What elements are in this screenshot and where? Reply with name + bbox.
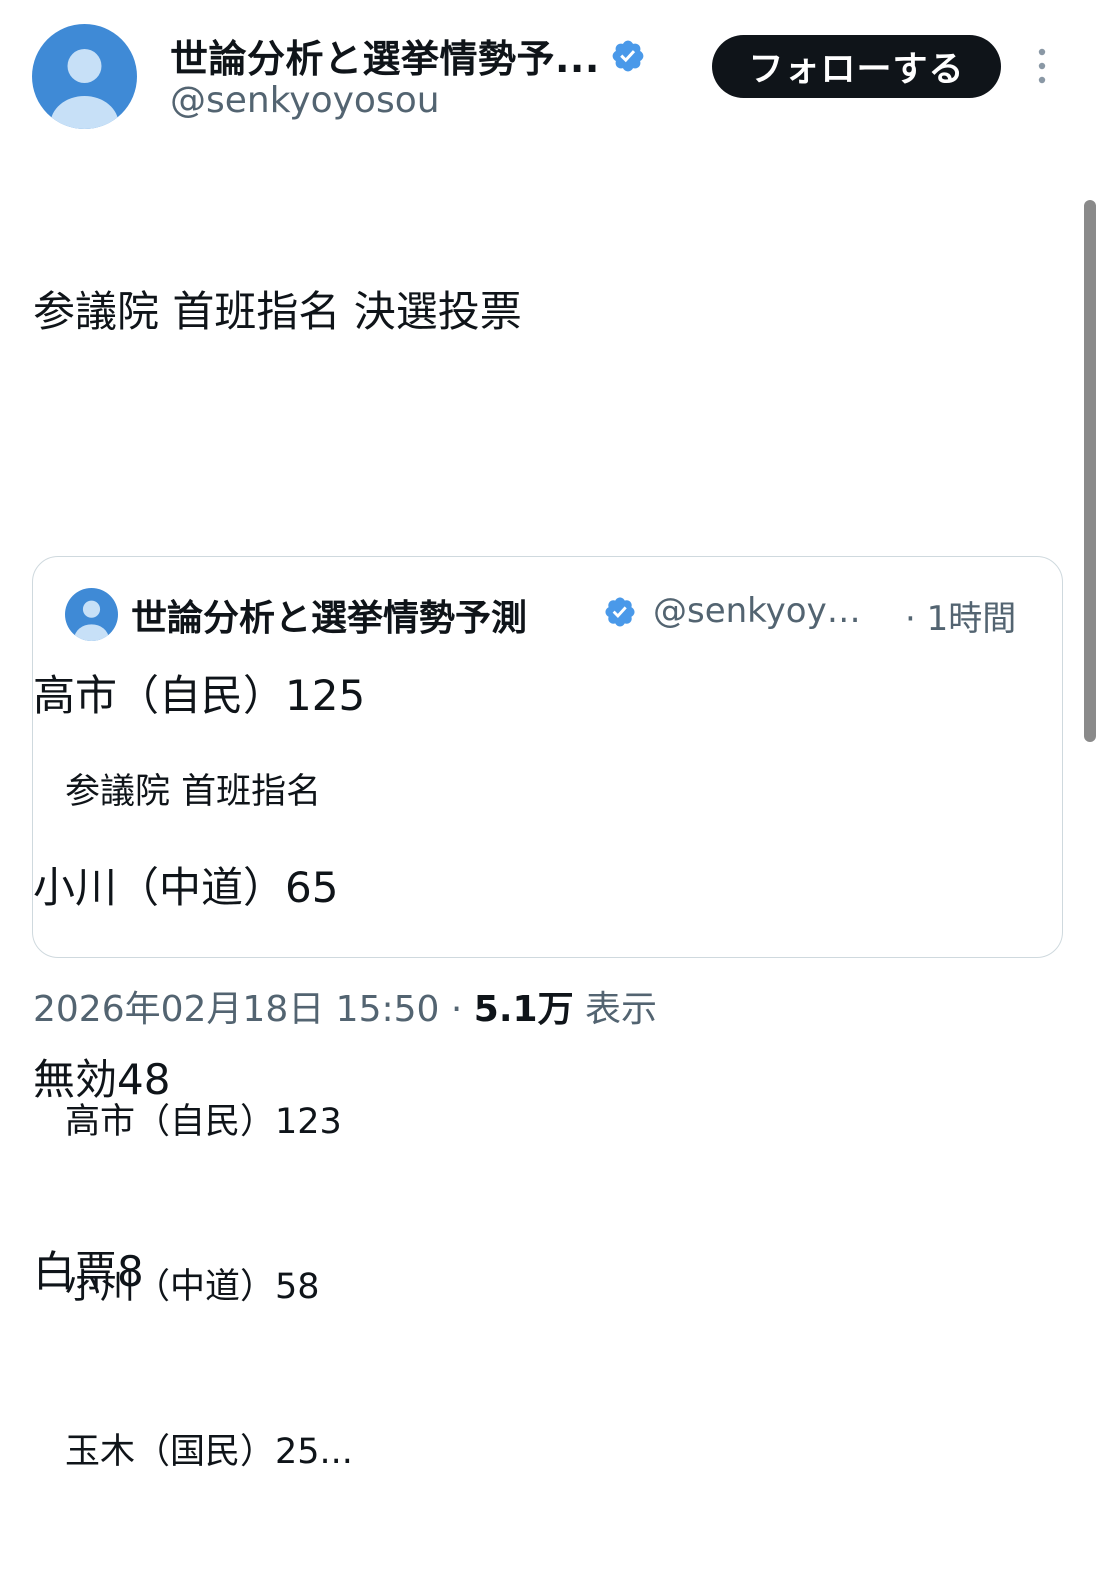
post-line (33, 472, 522, 536)
quoted-post-line: 玉木（国民）25... (65, 1432, 353, 1472)
default-avatar-icon (74, 600, 109, 641)
post-meta: 2026年02月18日 15:50 · 5.1万 表示 (33, 980, 657, 1032)
quoted-post-text: 参議院 首班指名 高市（自民）123 小川（中道）58 玉木（国民）25... (65, 655, 353, 1590)
quoted-author-name: 世論分析と選挙情勢予測 (131, 598, 528, 639)
verified-badge-icon (612, 40, 644, 71)
author-avatar[interactable] (32, 24, 137, 129)
quoted-post-time: · 1時間 (905, 599, 1017, 639)
quoted-post-card[interactable]: 世論分析と選挙情勢予測 @senkyoy… · 1時間 参議院 首班指名 高市（… (32, 556, 1063, 1472)
quoted-post-line: 小川（中道）58 (65, 1267, 320, 1307)
views-count: 5.1万 (473, 989, 574, 1030)
author-display-name[interactable]: 世論分析と選挙情勢予... (170, 28, 600, 83)
quoted-author-avatar (65, 588, 118, 641)
quoted-post-line: 高市（自民）123 (65, 1102, 342, 1142)
more-vertical-icon[interactable] (1030, 46, 1054, 86)
quoted-author-handle: @senkyoy… (653, 591, 861, 631)
follow-button[interactable]: フォローする (712, 35, 1001, 98)
verified-badge-icon (605, 597, 635, 627)
meta-separator: · (450, 989, 463, 1030)
quoted-post-line (65, 930, 353, 985)
post-timestamp[interactable]: 2026年02月18日 15:50 (33, 989, 439, 1030)
views-label: 表示 (585, 989, 658, 1030)
author-name-row[interactable]: 世論分析と選挙情勢予... (170, 28, 646, 83)
scrollbar[interactable] (1084, 200, 1096, 742)
quoted-post-line: 参議院 首班指名 (65, 772, 322, 812)
default-avatar-icon (50, 49, 119, 129)
author-handle[interactable]: @senkyoyosou (170, 80, 440, 121)
post-line: 参議院 首班指名 決選投票 (33, 287, 522, 336)
